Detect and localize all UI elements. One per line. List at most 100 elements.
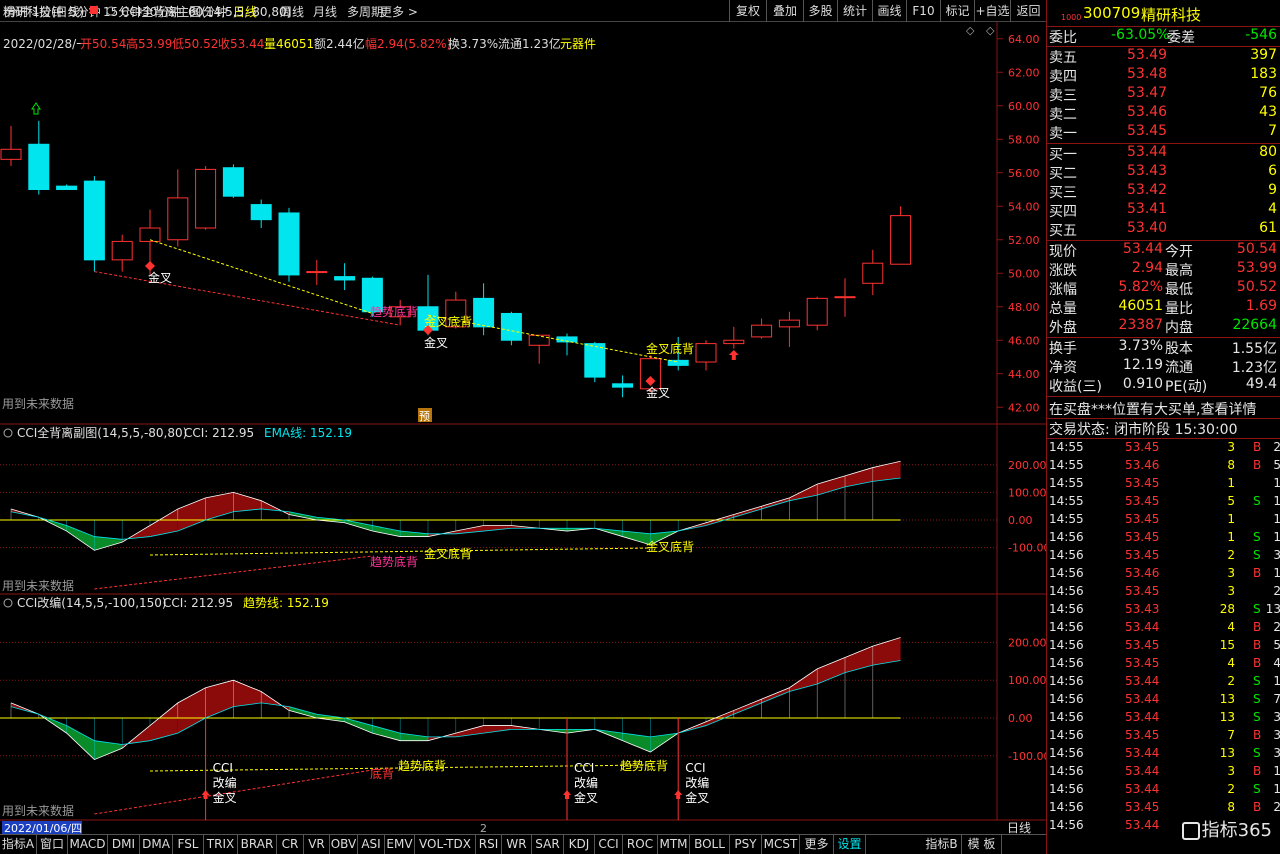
candle-body[interactable] <box>306 271 328 274</box>
bid-price: 53.40 <box>1127 220 1168 236</box>
candle-body[interactable] <box>250 204 272 221</box>
indicator-tab-12[interactable]: EMV <box>385 835 415 854</box>
candle-body[interactable] <box>56 185 78 190</box>
main-signal-label: 趋势底背 <box>370 304 418 319</box>
ask-volume: 76 <box>1259 85 1277 101</box>
tick-row: 14:56 53.44 2 S 1 <box>1047 782 1280 800</box>
bid-label: 买五 <box>1049 223 1077 239</box>
stat2-label: PE(动) <box>1165 379 1208 395</box>
candle-body[interactable] <box>890 215 912 265</box>
stat2-value: 12.19 <box>1122 357 1163 373</box>
candle-body[interactable] <box>167 197 189 241</box>
sub2-signal-text: 改编 <box>685 775 709 790</box>
indicator-tab-4[interactable]: DMA <box>140 835 173 854</box>
tick-direction: B <box>1253 566 1262 580</box>
tick-count: 5 <box>1273 638 1280 652</box>
indicator-tab-19[interactable]: ROC <box>623 835 658 854</box>
candle-body[interactable] <box>528 334 550 346</box>
indicator-tab-10[interactable]: OBV <box>330 835 358 854</box>
indicator-tab-6[interactable]: TRIX <box>204 835 238 854</box>
indicator-tab-21[interactable]: BOLL <box>690 835 730 854</box>
indicator-tab-11[interactable]: ASI <box>358 835 385 854</box>
candle-body[interactable] <box>139 227 161 242</box>
indicator-tab-15[interactable]: WR <box>502 835 532 854</box>
candle-body[interactable] <box>723 339 745 345</box>
indicator-tab-2[interactable]: MACD <box>68 835 108 854</box>
candle-body[interactable] <box>695 343 717 363</box>
indicator-tab-3[interactable]: DMI <box>108 835 140 854</box>
tick-time: 14:55 <box>1049 494 1084 508</box>
chart-area[interactable]: 64.00 62.00 60.00 58.00 56.00 54.00 52.00 50.00… <box>0 0 1046 834</box>
indicator-tab-23[interactable]: MCST <box>762 835 800 854</box>
candle-body[interactable] <box>222 167 244 197</box>
candle-body[interactable] <box>612 383 634 388</box>
diamond-icon[interactable]: ◇ <box>966 24 975 37</box>
panel-tab-1[interactable]: 模 板 <box>962 835 1002 854</box>
candle-body[interactable] <box>751 324 773 338</box>
candle-body[interactable] <box>806 297 828 326</box>
tick-time: 14:56 <box>1049 728 1084 742</box>
stat-value: 1.69 <box>1245 298 1277 314</box>
indicator-tab-16[interactable]: SAR <box>532 835 564 854</box>
indicator-tab-13[interactable]: VOL-TDX <box>415 835 476 854</box>
sub2-up-arrow-icon <box>674 790 683 799</box>
tick-row: 14:55 53.45 1 1 <box>1047 512 1280 530</box>
indicator-tab-7[interactable]: BRAR <box>238 835 277 854</box>
indicator-tab-24[interactable]: 更多 <box>800 835 834 854</box>
cci-fill-segment <box>177 687 206 734</box>
candle-body[interactable] <box>28 143 50 190</box>
candle-body[interactable] <box>778 319 800 328</box>
stat-label: 涨跌 <box>1049 263 1077 279</box>
indicator-tab-25[interactable]: 设置 <box>834 835 866 854</box>
candle-body[interactable] <box>862 262 884 284</box>
candle-body[interactable] <box>195 168 217 229</box>
candle-body[interactable] <box>334 276 356 281</box>
big-order-notice[interactable]: 在买盘***位置有大买单,查看详情 <box>1049 399 1256 419</box>
sub2-settings-icon[interactable] <box>3 598 13 608</box>
ask-row: 卖五 53.49 397 <box>1047 47 1280 66</box>
tick-price: 53.45 <box>1125 512 1160 526</box>
price-tick-label: 58.00 <box>1008 133 1040 146</box>
indicator-tab-14[interactable]: RSI <box>476 835 502 854</box>
tick-row: 14:55 53.46 8 B 5 <box>1047 458 1280 476</box>
candle-body[interactable] <box>278 212 300 276</box>
indicator-tab-17[interactable]: KDJ <box>564 835 595 854</box>
panel-tab-0[interactable]: 指标B <box>922 835 962 854</box>
candle-body[interactable] <box>83 180 105 261</box>
indicator-tab-9[interactable]: VR <box>304 835 330 854</box>
quote-code: 300709 <box>1083 4 1141 22</box>
indicator-tab-5[interactable]: FSL <box>173 835 204 854</box>
indicator-tab-18[interactable]: CCI <box>595 835 623 854</box>
bid-label: 买四 <box>1049 204 1077 220</box>
candle-body[interactable] <box>0 148 22 160</box>
candle-body[interactable] <box>500 312 522 341</box>
candle-body[interactable] <box>834 296 856 299</box>
candle-body[interactable] <box>584 343 606 378</box>
tick-volume: 1 <box>1227 512 1235 526</box>
sub2-signal-text: 金叉 <box>213 790 237 805</box>
indicator-tab-1[interactable]: 窗口 <box>37 835 68 854</box>
tick-volume: 7 <box>1227 728 1235 742</box>
candle-body[interactable] <box>111 240 133 261</box>
tick-row: 14:56 53.44 13 S 7 <box>1047 692 1280 710</box>
stat-label: 最低 <box>1165 282 1193 298</box>
weicha-label: 委差 <box>1167 30 1195 46</box>
bid-row: 买四 53.41 4 <box>1047 201 1280 220</box>
indicator-tab-22[interactable]: PSY <box>730 835 762 854</box>
price-tick-label: 44.00 <box>1008 368 1040 381</box>
candle-body[interactable] <box>473 297 495 328</box>
settings-circle-icon[interactable] <box>106 6 116 16</box>
sub1-settings-icon[interactable] <box>3 428 13 438</box>
indicator-tab-0[interactable]: 指标A <box>0 835 37 854</box>
tick-time: 14:56 <box>1049 584 1084 598</box>
indicator-tab-8[interactable]: CR <box>277 835 304 854</box>
ask-row: 卖二 53.46 43 <box>1047 104 1280 123</box>
sub1-cci-label: CCI: 212.95 <box>184 426 254 440</box>
main-signal-label: 金叉底背 <box>424 314 472 329</box>
sub1-signal-label: 金叉底背 <box>424 546 472 561</box>
close-panel-icon[interactable]: ◇ <box>986 24 995 37</box>
tick-time: 14:56 <box>1049 530 1084 544</box>
tick-count: 3 <box>1273 728 1280 742</box>
cci-fill-segment <box>483 725 512 734</box>
indicator-tab-20[interactable]: MTM <box>658 835 690 854</box>
